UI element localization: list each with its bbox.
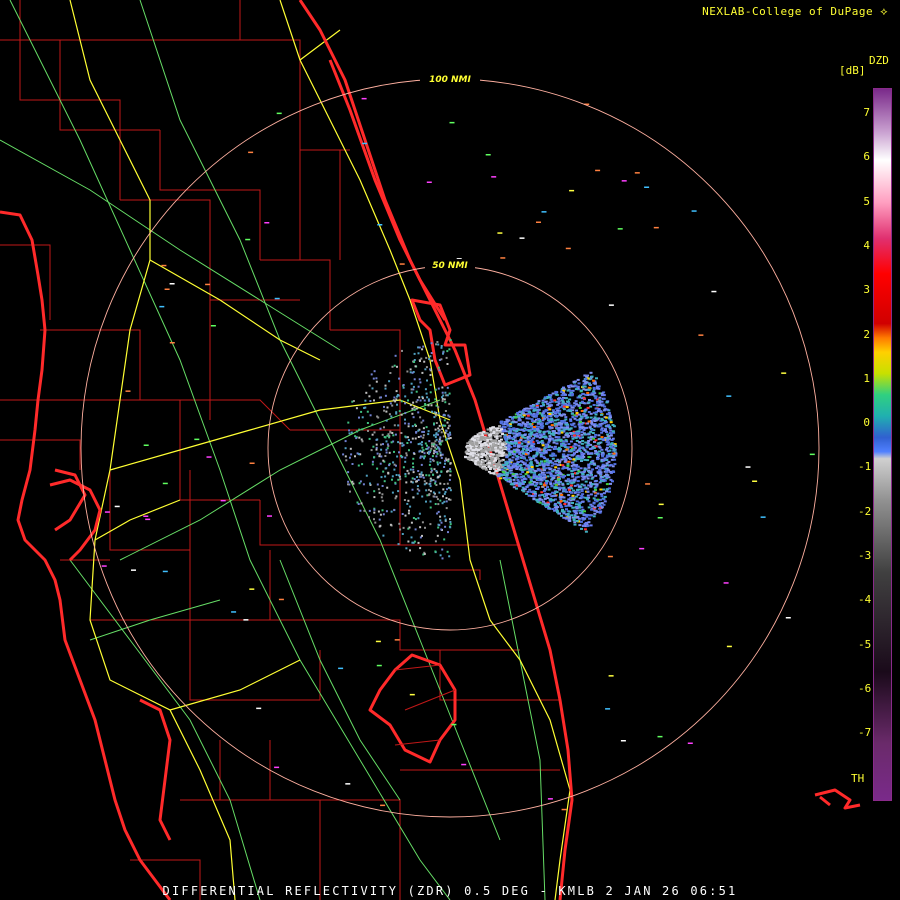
colorbar-tick: -5	[858, 637, 872, 651]
colorbar-tick: -2	[858, 504, 872, 518]
colorbar-tick: 3	[863, 283, 870, 297]
radar-map: 50 NMI 100 NMI	[0, 0, 861, 900]
colorbar-th-label: TH	[851, 772, 865, 785]
nexlab-mark-icon: ⟡	[880, 5, 888, 18]
colorbar-tick: -6	[858, 681, 872, 695]
colorbar-tick: 7	[863, 106, 870, 119]
colorbar-tick: 5	[863, 194, 870, 208]
product-caption: DIFFERENTIAL REFLECTIVITY (ZDR) 0.5 DEG …	[162, 884, 738, 898]
range-ring-50	[267, 265, 633, 631]
colorbar-tick: 2	[863, 327, 870, 341]
colorbar-tick: 0	[863, 416, 870, 430]
colorbar-units: [dB]	[839, 64, 866, 77]
credit-text: NEXLAB-College of DuPage ⟡	[702, 5, 888, 19]
range-ring-100-label: 100 NMI	[429, 75, 471, 85]
colorbar-scale	[873, 88, 892, 801]
colorbar-product: DZD	[869, 54, 889, 67]
colorbar-tick: -3	[858, 549, 872, 562]
colorbar-tick: -4	[858, 593, 872, 607]
colorbar-tick: 6	[863, 150, 870, 164]
credit-label: NEXLAB-College of DuPage	[702, 5, 874, 18]
colorbar-tick: -1	[858, 460, 872, 474]
colorbar-tick: -7	[858, 726, 872, 740]
colorbar-tick: 4	[863, 238, 870, 252]
colorbar-tick: 1	[863, 371, 870, 385]
range-ring-50-label: 50 NMI	[432, 261, 468, 271]
radar-echoes	[101, 97, 815, 811]
